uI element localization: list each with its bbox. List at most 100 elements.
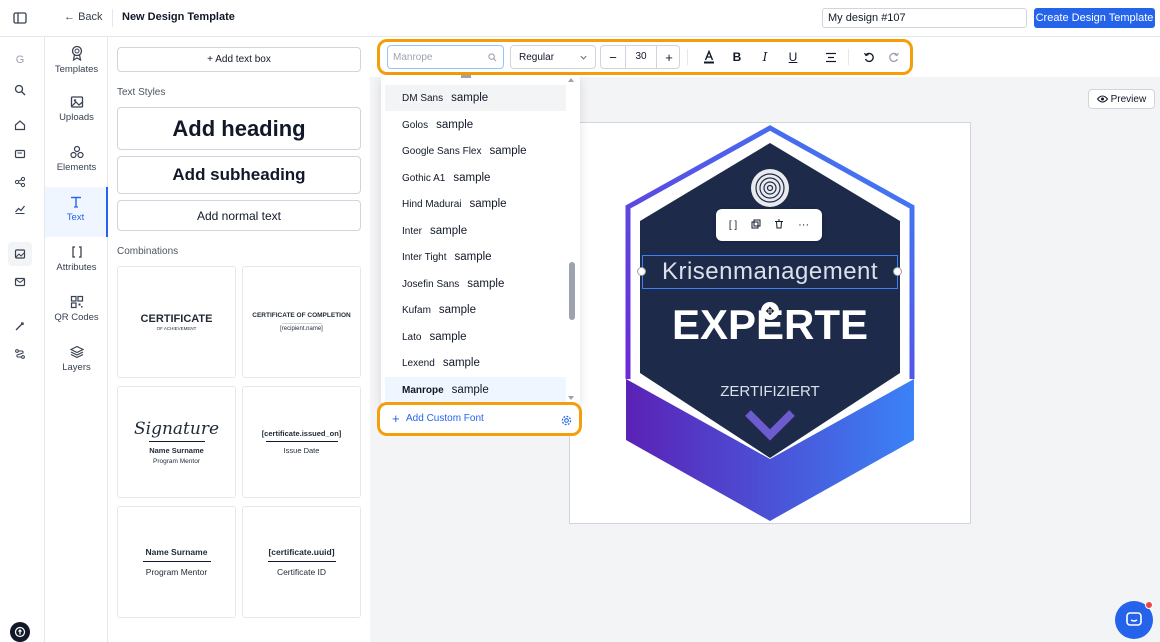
search-icon[interactable] [11, 81, 29, 99]
integrations-icon[interactable] [11, 173, 29, 191]
font-option[interactable]: Hind Madurai sample [385, 191, 566, 217]
tab-qr-codes[interactable]: QR Codes [45, 287, 108, 337]
create-design-template-button[interactable]: Create Design Template [1034, 8, 1155, 28]
add-subheading-button[interactable]: Add subheading [117, 156, 361, 194]
font-option[interactable]: Lexend sample [385, 350, 566, 376]
tab-label: QR Codes [54, 312, 99, 323]
help-icon[interactable] [10, 622, 30, 642]
certificates-icon[interactable] [11, 145, 29, 163]
workspace-logo[interactable]: G [11, 51, 29, 69]
redo-icon[interactable] [885, 48, 903, 66]
add-heading-button[interactable]: Add heading [117, 107, 361, 150]
font-sample: sample [469, 198, 507, 210]
font-size-value[interactable]: 30 [625, 46, 657, 68]
underline-icon[interactable]: U [784, 48, 802, 66]
align-center-icon[interactable] [822, 48, 840, 66]
text-color-icon[interactable] [700, 48, 718, 66]
font-option[interactable]: Kufam sample [385, 297, 566, 323]
designs-icon[interactable] [8, 242, 32, 266]
font-name: Inter [402, 225, 423, 237]
tab-templates[interactable]: Templates [45, 37, 108, 87]
font-weight-select[interactable]: Regular [510, 45, 596, 69]
routes-icon[interactable] [11, 345, 29, 363]
tab-attributes[interactable]: Attributes [45, 237, 108, 287]
font-option[interactable]: Inter Tight sample [385, 244, 566, 270]
combination-card[interactable]: Name Surname Program Mentor [117, 506, 236, 618]
icon-rail: G [0, 37, 45, 642]
italic-icon[interactable]: I [756, 48, 774, 66]
font-option-selected[interactable]: Manrope sample [385, 377, 566, 403]
preview-button[interactable]: Preview [1088, 89, 1155, 109]
text-toolbar: Manrope Regular − 30 + B I U [377, 39, 913, 75]
shapes-icon [69, 145, 84, 159]
element-toolbar: [ ] ··· [716, 209, 822, 241]
scroll-up-arrow[interactable] [568, 78, 574, 82]
combination-card[interactable]: CERTIFICATE OF ACHIEVEMENT [117, 266, 236, 378]
brackets-icon[interactable]: [ ] [729, 220, 737, 231]
resize-handle[interactable] [893, 267, 902, 276]
combination-card[interactable]: [certificate.issued_on] Issue Date [242, 386, 361, 498]
selected-text-element[interactable]: Krisenmanagement [642, 255, 898, 289]
back-button[interactable]: ← Back [64, 11, 103, 23]
chat-launcher-button[interactable] [1115, 601, 1153, 639]
more-icon[interactable]: ··· [798, 219, 809, 231]
font-option[interactable]: Gothic A1 sample [385, 165, 566, 191]
increase-size-button[interactable]: + [657, 46, 681, 68]
design-artboard[interactable]: [ ] ··· Krisenmanagement EXPERTE ✥ ZERTI… [569, 122, 971, 524]
font-sample: sample [438, 304, 476, 316]
duplicate-icon[interactable] [751, 218, 761, 232]
font-sample: sample [429, 331, 467, 343]
tab-elements[interactable]: Elements [45, 137, 108, 187]
home-icon[interactable] [11, 116, 29, 134]
email-icon[interactable] [11, 273, 29, 291]
tab-layers[interactable]: Layers [45, 337, 108, 387]
combination-card[interactable]: [certificate.uuid] Certificate ID [242, 506, 361, 618]
combo-title: [certificate.uuid] [268, 547, 335, 557]
text-icon [70, 196, 81, 208]
tab-label: Elements [56, 162, 97, 173]
move-icon[interactable]: ✥ [761, 302, 779, 320]
tab-text[interactable]: Text [45, 187, 108, 237]
editor-tabs: Templates Uploads Elements Text Attribut… [45, 37, 108, 642]
font-sample: sample [453, 172, 491, 184]
resize-handle[interactable] [637, 267, 646, 276]
analytics-icon[interactable] [11, 200, 29, 218]
add-normal-text-button[interactable]: Add normal text [117, 200, 361, 231]
font-dropdown: DM Sans sample Golos sample Google Sans Fl… [381, 75, 580, 405]
combo-title: Name Surname [149, 446, 204, 455]
combo-title: CERTIFICATE OF COMPLETION [252, 312, 351, 319]
add-text-box-button[interactable]: + Add text box [117, 47, 361, 72]
page-title: New Design Template [122, 11, 235, 23]
scroll-down-arrow[interactable] [568, 396, 574, 400]
combo-subtitle: Issue Date [283, 446, 320, 455]
combo-subtitle: Program Mentor [153, 458, 200, 465]
combination-card[interactable]: Signature Name Surname Program Mentor [117, 386, 236, 498]
tab-label: Uploads [59, 112, 94, 123]
add-custom-font-button[interactable]: + Add Custom Font [377, 402, 582, 436]
font-search-input[interactable]: Manrope [387, 45, 504, 69]
scrollbar-thumb[interactable] [569, 262, 575, 320]
sidebar-toggle-icon[interactable] [12, 10, 30, 26]
bold-icon[interactable]: B [728, 48, 746, 66]
font-sample: sample [436, 119, 474, 131]
decrease-size-button[interactable]: − [601, 46, 625, 68]
rocket-icon[interactable] [11, 317, 29, 335]
gear-icon[interactable] [561, 415, 572, 426]
combo-subtitle: [recipient.name] [280, 326, 323, 332]
font-option[interactable]: DM Sans sample [385, 85, 566, 111]
divider [148, 441, 205, 442]
badge-subtitle[interactable]: ZERTIFIZIERT [640, 383, 900, 400]
font-option[interactable]: Golos sample [385, 112, 566, 138]
font-option[interactable]: Inter sample [385, 218, 566, 244]
tab-uploads[interactable]: Uploads [45, 87, 108, 137]
combination-card[interactable]: CERTIFICATE OF COMPLETION [recipient.nam… [242, 266, 361, 378]
font-option[interactable]: Google Sans Flex sample [385, 138, 566, 164]
tab-label: Layers [62, 362, 91, 373]
design-name-input[interactable] [822, 8, 1027, 28]
font-name: Josefin Sans [402, 278, 460, 290]
font-option[interactable]: Josefin Sans sample [385, 271, 566, 297]
chevron-down-icon [580, 55, 587, 60]
undo-icon[interactable] [860, 48, 878, 66]
trash-icon[interactable] [774, 218, 784, 232]
font-option[interactable]: Lato sample [385, 324, 566, 350]
